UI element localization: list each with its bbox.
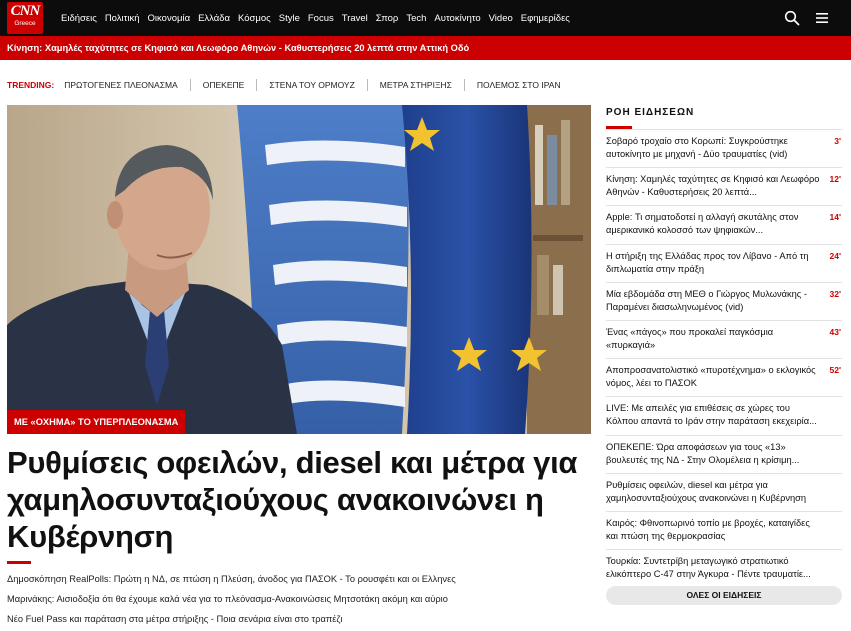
trending-item[interactable]: ΣΤΕΝΑ ΤΟΥ ΟΡΜΟΥΖ bbox=[269, 80, 354, 90]
news-feed-item-text: Σοβαρό τροχαίο στο Κορωπί: Συγκρούστηκε … bbox=[606, 136, 788, 159]
logo-text: CNN bbox=[10, 3, 41, 19]
trending-label: TRENDING: bbox=[7, 80, 55, 90]
news-feed-item-text: Ρυθμίσεις οφειλών, diesel και μέτρα για … bbox=[606, 479, 807, 503]
hero-photo-illustration bbox=[7, 105, 591, 434]
news-feed-item[interactable]: Ρυθμίσεις οφειλών, diesel και μέτρα για … bbox=[606, 472, 842, 511]
trending-item[interactable]: ΟΠΕΚΕΠΕ bbox=[203, 80, 245, 90]
top-navigation-bar: CNN Greece Ειδήσεις Πολιτική Οικονομία Ε… bbox=[0, 0, 851, 36]
news-feed-item-time: 24' bbox=[829, 250, 841, 261]
nav-item-style[interactable]: Style bbox=[279, 13, 300, 24]
news-feed-item-time: 52' bbox=[829, 365, 841, 376]
news-feed-item-text: Αποπροσανατολιστικό «πυροτέχνημα» ο εκλο… bbox=[606, 365, 816, 389]
nav-item-politics[interactable]: Πολιτική bbox=[105, 13, 140, 24]
nav-item-world[interactable]: Κόσμος bbox=[238, 13, 271, 24]
trending-item[interactable]: ΠΡΩΤΟΓΕΝΕΣ ΠΛΕΟΝΑΣΜΑ bbox=[64, 80, 178, 90]
nav-item-travel[interactable]: Travel bbox=[342, 13, 368, 24]
news-feed-item[interactable]: Καιρός: Φθινοπωρινό τοπίο με βροχές, κατ… bbox=[606, 510, 842, 549]
nav-item-focus[interactable]: Focus bbox=[308, 13, 334, 24]
related-article-link[interactable]: Νέο Fuel Pass και παράταση στα μέτρα στή… bbox=[7, 614, 342, 624]
news-feed-item[interactable]: ΟΠΕΚΕΠΕ: Ώρα αποφάσεων για τους «13» βου… bbox=[606, 434, 842, 473]
trending-item[interactable]: ΜΕΤΡΑ ΣΤΗΡΙΞΗΣ bbox=[380, 80, 452, 90]
related-article-link[interactable]: Μαρινάκης: Αισιοδοξία ότι θα έχουμε καλά… bbox=[7, 594, 448, 604]
trending-bar: TRENDING: ΠΡΩΤΟΓΕΝΕΣ ΠΛΕΟΝΑΣΜΑ ΟΠΕΚΕΠΕ Σ… bbox=[7, 78, 561, 92]
main-nav: Ειδήσεις Πολιτική Οικονομία Ελλάδα Κόσμο… bbox=[61, 0, 578, 36]
news-feed-item[interactable]: LIVE: Με απειλές για επιθέσεις σε χώρες … bbox=[606, 396, 842, 434]
news-feed-item[interactable]: Apple: Τι σηματοδοτεί η αλλαγή σκυτάλης … bbox=[606, 205, 842, 243]
divider bbox=[366, 79, 368, 91]
news-feed-item-text: ΟΠΕΚΕΠΕ: Ώρα αποφάσεων για τους «13» βου… bbox=[606, 441, 800, 465]
news-feed-item[interactable]: Σοβαρό τροχαίο στο Κορωπί: Συγκρούστηκε … bbox=[606, 129, 842, 167]
news-feed-item-text: Κίνηση: Χαμηλές ταχύτητες σε Κηφισό και … bbox=[606, 174, 820, 198]
logo-subtext: Greece bbox=[14, 20, 36, 27]
news-feed-item-text: Ένας «πάγος» που προκαλεί παγκόσμια «πυρ… bbox=[606, 326, 774, 350]
all-news-button[interactable]: ΟΛΕΣ ΟΙ ΕΙΔΗΣΕΙΣ bbox=[606, 586, 842, 605]
cnn-greece-logo[interactable]: CNN Greece bbox=[7, 2, 43, 34]
news-feed-item[interactable]: Τουρκία: Συντετρίβη μεταγωγικό στρατιωτι… bbox=[606, 549, 842, 587]
nav-item-tech[interactable]: Tech bbox=[406, 13, 426, 24]
news-feed-item-text: LIVE: Με απειλές για επιθέσεις σε χώρες … bbox=[606, 403, 817, 427]
nav-item-auto[interactable]: Αυτοκίνητο bbox=[434, 13, 480, 24]
nav-item-economy[interactable]: Οικονομία bbox=[148, 13, 191, 24]
trending-item[interactable]: ΠΟΛΕΜΟΣ ΣΤΟ ΙΡΑΝ bbox=[477, 80, 561, 90]
divider bbox=[189, 79, 191, 91]
news-feed-item[interactable]: Αποπροσανατολιστικό «πυροτέχνημα» ο εκλο… bbox=[606, 358, 842, 396]
breaking-news-bar[interactable]: Κίνηση: Χαμηλές ταχύτητες σε Κηφισό και … bbox=[0, 36, 851, 60]
nav-item-sports[interactable]: Σπορ bbox=[376, 13, 399, 24]
news-feed-item-text: Τουρκία: Συντετρίβη μεταγωγικό στρατιωτι… bbox=[606, 556, 811, 580]
search-icon[interactable] bbox=[784, 10, 800, 26]
news-feed-list: Σοβαρό τροχαίο στο Κορωπί: Συγκρούστηκε … bbox=[606, 129, 842, 587]
news-feed-item-time: 3' bbox=[834, 136, 841, 146]
hero-image[interactable] bbox=[7, 105, 591, 434]
divider bbox=[463, 79, 465, 91]
hero-kicker-label[interactable]: ΜΕ «ΟΧΗΜΑ» ΤΟ ΥΠΕΡΠΛΕΟΝΑΣΜΑ bbox=[7, 410, 186, 434]
headline-accent-line bbox=[7, 561, 31, 564]
news-feed-item-text: Η στήριξη της Ελλάδας προς τον Λίβανο - … bbox=[606, 250, 809, 274]
news-feed-item-time: 43' bbox=[829, 326, 841, 337]
news-feed-item-text: Apple: Τι σηματοδοτεί η αλλαγή σκυτάλης … bbox=[606, 212, 799, 236]
nav-item-newspapers[interactable]: Εφημερίδες bbox=[521, 13, 570, 24]
nav-item-greece[interactable]: Ελλάδα bbox=[198, 13, 230, 24]
news-feed-item-text: Μία εβδομάδα στη ΜΕΘ ο Γιώργος Μυλωνάκης… bbox=[606, 288, 807, 312]
related-article-link[interactable]: Δημοσκόπηση RealPolls: Πρώτη η ΝΔ, σε πτ… bbox=[7, 574, 456, 584]
divider bbox=[256, 79, 258, 91]
nav-item-video[interactable]: Video bbox=[489, 13, 513, 24]
news-feed-item[interactable]: Μία εβδομάδα στη ΜΕΘ ο Γιώργος Μυλωνάκης… bbox=[606, 281, 842, 320]
news-feed-item-time: 14' bbox=[829, 212, 841, 223]
hamburger-menu-icon[interactable] bbox=[814, 10, 830, 26]
news-feed-item[interactable]: Κίνηση: Χαμηλές ταχύτητες σε Κηφισό και … bbox=[606, 167, 842, 205]
news-feed-item-time: 32' bbox=[829, 288, 841, 299]
news-feed-item[interactable]: Η στήριξη της Ελλάδας προς τον Λίβανο - … bbox=[606, 243, 842, 282]
news-feed-item[interactable]: Ένας «πάγος» που προκαλεί παγκόσμια «πυρ… bbox=[606, 319, 842, 358]
news-feed-item-time: 12' bbox=[829, 174, 841, 185]
news-feed-title: ΡΟΗ ΕΙΔΗΣΕΩΝ bbox=[606, 107, 695, 118]
nav-item-news[interactable]: Ειδήσεις bbox=[61, 13, 97, 24]
hero-headline[interactable]: Ρυθμίσεις οφειλών, diesel και μέτρα για … bbox=[7, 444, 591, 555]
news-feed-item-text: Καιρός: Φθινοπωρινό τοπίο με βροχές, κατ… bbox=[606, 517, 810, 541]
